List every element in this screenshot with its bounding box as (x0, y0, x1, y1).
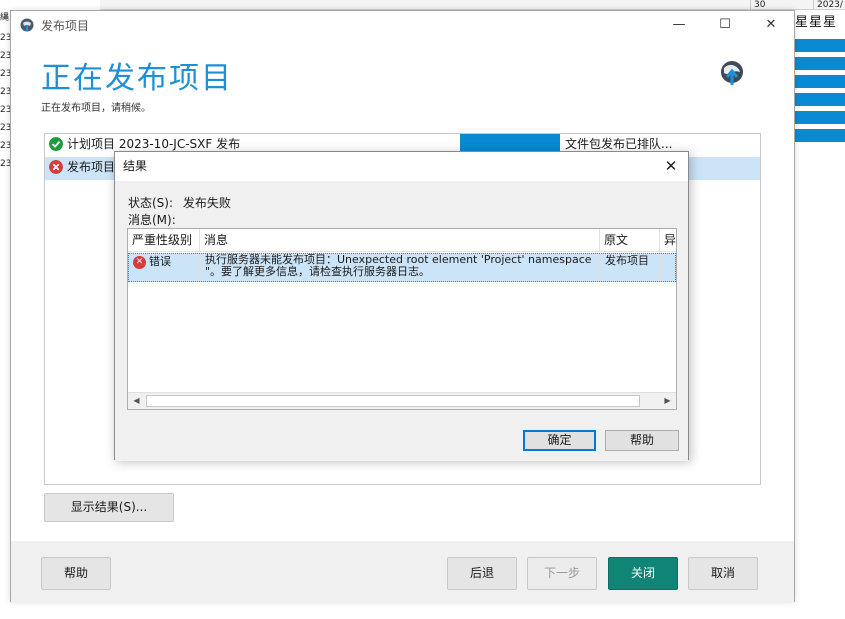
success-icon (49, 137, 63, 151)
column-header-message[interactable]: 消息 (200, 229, 600, 251)
error-icon (49, 160, 63, 174)
background-header-row: 30 2023/ (100, 0, 845, 10)
background-header: 星星星 (795, 15, 838, 30)
scrollbar-thumb[interactable] (146, 395, 640, 407)
background-bar (795, 57, 845, 70)
wizard-footer: 帮助 后退 下一步 关闭 取消 (11, 541, 794, 603)
cancel-button[interactable]: 取消 (688, 557, 758, 590)
messages-label: 消息(M): (128, 213, 176, 227)
globe-icon (721, 61, 743, 85)
status-label: 状态(S): (128, 196, 174, 210)
dialog-close-icon[interactable]: ✕ (654, 152, 688, 181)
help-button[interactable]: 帮助 (41, 557, 111, 590)
wizard-header: 正在发布项目 正在发布项目，请稍候。 (11, 41, 794, 129)
app-icon (20, 18, 34, 32)
scroll-left-icon[interactable]: ◀ (128, 393, 145, 409)
back-button[interactable]: 后退 (447, 557, 517, 590)
show-results-button[interactable]: 显示结果(S)... (44, 493, 174, 522)
dialog-help-button[interactable]: 帮助 (605, 430, 679, 451)
source-cell: 发布项目 (601, 254, 661, 281)
background-bar (795, 93, 845, 106)
table-row[interactable]: ✕ 错误 执行服务器未能发布项目：Unexpected root element … (128, 253, 676, 282)
background-bar (795, 111, 845, 124)
minimize-button[interactable]: — (656, 11, 702, 41)
grid-header: 严重性级别 消息 原文 异 (128, 229, 676, 252)
severity-cell: ✕ 错误 (129, 254, 201, 281)
window-title: 发布项目 (41, 19, 90, 33)
status-line: 状态(S): 发布失败 (128, 194, 231, 211)
task-name: 发布项目 (67, 160, 116, 174)
status-value: 发布失败 (182, 196, 231, 210)
scroll-right-icon[interactable]: ▶ (659, 393, 676, 409)
horizontal-scrollbar[interactable]: ◀ ▶ (128, 392, 676, 409)
close-window-button[interactable]: ✕ (748, 11, 794, 41)
page-title: 正在发布项目 (41, 61, 233, 96)
maximize-button[interactable]: ☐ (702, 11, 748, 41)
column-header-exception[interactable]: 异 (660, 229, 678, 251)
close-button[interactable]: 关闭 (608, 557, 678, 590)
severity-text: 错误 (149, 255, 171, 268)
background-bar (795, 39, 845, 52)
background-cell: 30 (750, 0, 765, 10)
ok-button[interactable]: 确定 (523, 430, 596, 451)
column-header-severity[interactable]: 严重性级别 (128, 229, 200, 251)
results-dialog: 结果 ✕ 状态(S): 发布失败 消息(M): 严重性级别 消息 原文 异 ✕ 错… (114, 151, 689, 461)
background-bar (795, 129, 845, 142)
error-icon: ✕ (133, 255, 146, 269)
dialog-body: 状态(S): 发布失败 消息(M): 严重性级别 消息 原文 异 ✕ 错误 执行服… (115, 181, 688, 461)
message-cell: 执行服务器未能发布项目：Unexpected root element 'Pro… (201, 254, 601, 281)
page-subtitle: 正在发布项目，请稍候。 (41, 103, 151, 114)
dialog-title: 结果 (115, 152, 688, 181)
background-bar (795, 75, 845, 88)
title-bar: 发布项目 — ☐ ✕ (11, 11, 794, 41)
messages-grid[interactable]: 严重性级别 消息 原文 异 ✕ 错误 执行服务器未能发布项目：Unexpected… (127, 228, 677, 410)
background-cell: 2023/ (813, 0, 843, 10)
next-button[interactable]: 下一步 (527, 557, 597, 590)
column-header-source[interactable]: 原文 (600, 229, 660, 251)
exception-cell (661, 254, 677, 281)
